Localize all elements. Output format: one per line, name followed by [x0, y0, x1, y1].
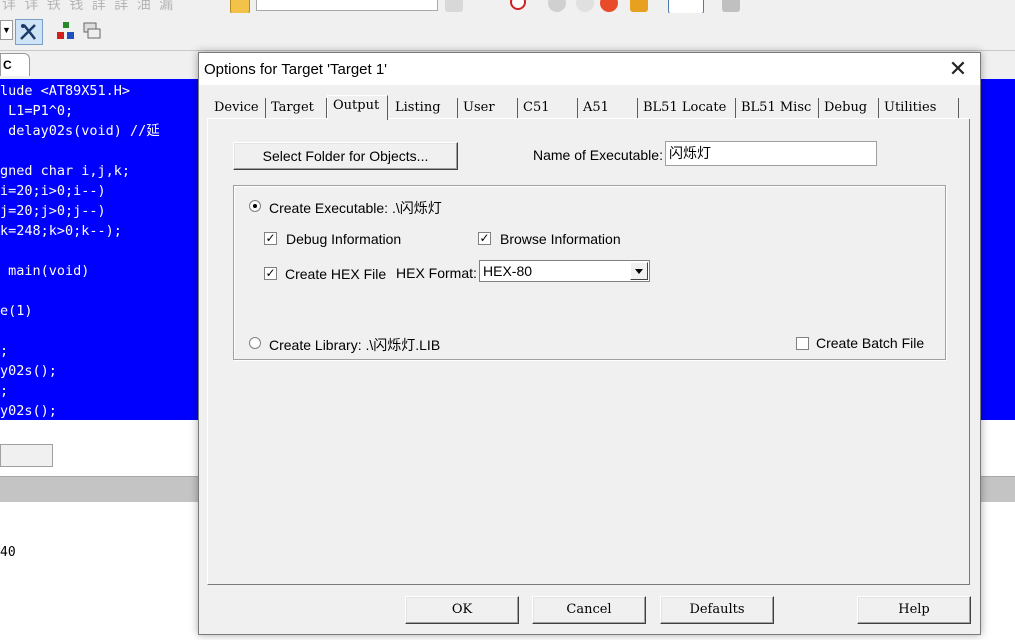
hex-format-select[interactable]: HEX-80: [479, 260, 650, 282]
tab-output[interactable]: Output: [327, 95, 388, 120]
hex-format-label: HEX Format:: [396, 265, 477, 281]
create-executable-radio[interactable]: [249, 200, 261, 212]
debug-information-checkbox[interactable]: ✓: [264, 232, 277, 245]
code-line: j=20;j>0;j--): [0, 203, 106, 219]
toolbar-find-combo[interactable]: [256, 0, 438, 11]
editor-file-tab[interactable]: C: [0, 53, 30, 76]
code-text: lude <AT89X51.H> L1=P1^0; delay02s(void)…: [0, 81, 160, 420]
code-line: y02s();: [0, 363, 57, 379]
check-mark-icon: ✓: [479, 231, 490, 245]
debug-information-label: Debug Information: [286, 231, 402, 247]
breakpoint-icon[interactable]: [548, 0, 566, 12]
name-executable-input[interactable]: 闪烁灯: [665, 141, 877, 166]
code-line: main(void): [0, 263, 90, 279]
hex-format-value: HEX-80: [483, 263, 533, 279]
toolbar-faded-icons: 详 详 铁 钱 詳 詳 油 漏: [2, 0, 176, 13]
ide-toolbar-top: 详 详 铁 钱 詳 詳 油 漏: [0, 0, 1015, 13]
create-batch-checkbox[interactable]: [796, 337, 809, 350]
code-line: i=20;i>0;i--): [0, 183, 106, 199]
manage-components-icon[interactable]: [56, 21, 76, 41]
code-line: ;: [0, 383, 9, 399]
tab-a51[interactable]: A51: [578, 98, 638, 118]
dialog-titlebar: Options for Target 'Target 1' ✕: [199, 53, 980, 85]
tab-debug[interactable]: Debug: [819, 98, 879, 118]
ide-toolbar-build: [0, 14, 1015, 51]
breakpoint-disable-icon[interactable]: [576, 0, 594, 12]
tools-icon[interactable]: [722, 0, 740, 12]
find-icon[interactable]: [445, 0, 463, 12]
tab-bl51-misc[interactable]: BL51 Misc: [736, 98, 819, 118]
create-library-radio[interactable]: [249, 337, 261, 349]
name-executable-label: Name of Executable:: [533, 147, 663, 163]
tab-user[interactable]: User: [458, 98, 518, 118]
check-mark-icon: ✓: [265, 266, 276, 280]
cancel-button[interactable]: Cancel: [532, 596, 646, 624]
code-line: e(1): [0, 303, 33, 319]
tab-bl51-locate[interactable]: BL51 Locate: [638, 98, 736, 118]
close-icon[interactable]: ✕: [943, 55, 973, 83]
code-line: k=248;k>0;k--);: [0, 223, 122, 239]
chevron-down-icon[interactable]: ▼: [0, 20, 13, 40]
browse-information-label: Browse Information: [500, 231, 621, 247]
tab-utilities[interactable]: Utilities: [879, 98, 959, 118]
kill-breakpoints-icon[interactable]: [600, 0, 618, 12]
create-executable-label: Create Executable: .\闪烁灯: [269, 200, 442, 216]
tab-c51[interactable]: C51: [518, 98, 578, 118]
open-folder-icon[interactable]: [230, 0, 250, 13]
window-layout-icon[interactable]: [668, 0, 704, 13]
configure-icon[interactable]: [630, 0, 648, 12]
check-mark-icon: ✓: [265, 231, 276, 245]
books-icon[interactable]: [82, 21, 102, 41]
target-options-icon[interactable]: [15, 19, 43, 45]
create-hex-checkbox[interactable]: ✓: [264, 267, 277, 280]
defaults-button[interactable]: Defaults: [660, 596, 774, 624]
code-line: y02s();: [0, 403, 57, 419]
ok-button[interactable]: OK: [405, 596, 519, 624]
code-line: gned char i,j,k;: [0, 163, 131, 179]
tab-device[interactable]: Device: [209, 98, 266, 118]
create-library-label: Create Library: .\闪烁灯.LIB: [269, 337, 441, 353]
tab-target[interactable]: Target: [266, 98, 327, 118]
select-folder-button[interactable]: Select Folder for Objects...: [233, 142, 458, 170]
target-options-dialog: Options for Target 'Target 1' ✕ Device T…: [198, 52, 981, 635]
code-line: ;: [0, 343, 9, 359]
code-line: L1=P1^0;: [0, 103, 74, 119]
debug-search-icon[interactable]: [510, 0, 526, 10]
tab-listing[interactable]: Listing: [390, 98, 458, 118]
create-hex-label: Create HEX File: [285, 266, 387, 282]
output-panel-button[interactable]: [0, 444, 53, 467]
dialog-title: Options for Target 'Target 1': [204, 61, 388, 78]
chevron-down-icon[interactable]: [630, 262, 648, 280]
create-batch-label: Create Batch File: [816, 335, 925, 351]
build-output-text: 40: [0, 545, 16, 560]
code-line: lude <AT89X51.H>: [0, 83, 131, 99]
browse-information-checkbox[interactable]: ✓: [478, 232, 491, 245]
code-line: delay02s(void) //延: [0, 123, 160, 139]
help-button[interactable]: Help: [857, 596, 971, 624]
